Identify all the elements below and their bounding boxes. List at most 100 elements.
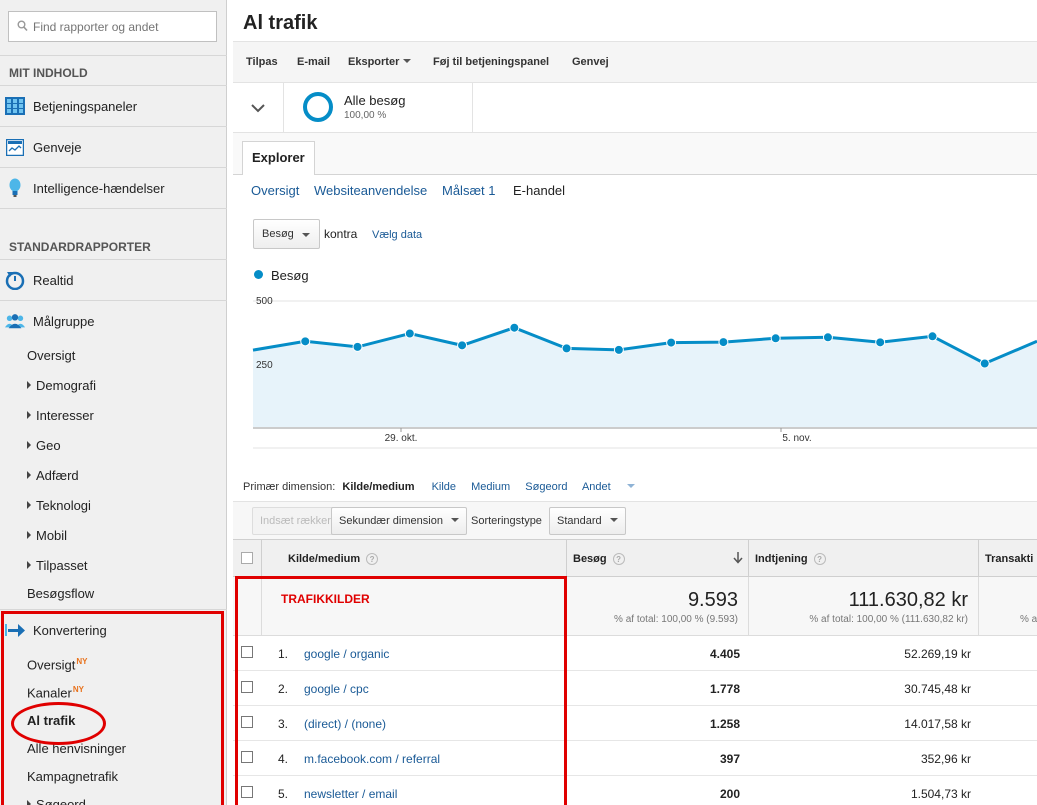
column-divider — [978, 577, 979, 636]
column-header-transactions[interactable]: Transakti — [985, 540, 1033, 576]
export-button[interactable]: Eksporter — [348, 56, 412, 68]
chart-point — [404, 328, 415, 339]
sidebar-item-audience[interactable]: Målgruppe — [0, 301, 227, 341]
sidebar-subitem-label: Oversigt — [27, 348, 76, 363]
sidebar-item-label: Målgruppe — [33, 313, 95, 329]
metric-select[interactable]: Besøg — [253, 219, 320, 249]
visits-chart[interactable]: 500 250 29. okt. 5. nov. — [233, 290, 1037, 450]
row-visits: 4.405 — [709, 647, 740, 661]
customize-button[interactable]: Tilpas — [246, 56, 278, 68]
add-to-dashboard-button[interactable]: Føj til betjeningspanel — [433, 56, 549, 68]
sidebar-subitem-visitor-flow[interactable]: Besøgsflow — [27, 586, 94, 601]
lightbulb-icon — [5, 178, 25, 198]
section-my-content: MIT INDHOLD — [9, 66, 88, 80]
select-all-checkbox[interactable] — [241, 552, 253, 564]
sidebar-item-label: Betjeningspaneler — [33, 98, 138, 114]
subtab-site-usage[interactable]: Websiteanvendelse — [314, 183, 427, 198]
dimension-other[interactable]: Andet — [582, 481, 647, 493]
column-divider — [261, 540, 262, 576]
choose-data-link[interactable]: Vælg data — [372, 229, 422, 241]
sidebar-item-realtime[interactable]: Realtid — [0, 260, 227, 300]
shortcut-button[interactable]: Genvej — [572, 56, 609, 68]
sidebar-subitem-custom[interactable]: Tilpasset — [27, 558, 88, 573]
total-transactions-percent: % af — [1020, 614, 1037, 625]
chart-point — [457, 340, 468, 351]
expand-arrow-icon — [27, 561, 31, 569]
chart-point — [875, 337, 886, 348]
column-header-label: Indtjening — [755, 553, 808, 565]
dropdown-caret-icon — [450, 518, 459, 522]
secondary-dimension-select[interactable]: Sekundær dimension — [331, 507, 467, 535]
expand-arrow-icon — [27, 381, 31, 389]
legend-label: Besøg — [271, 268, 309, 283]
x-tick-label: 29. okt. — [385, 433, 418, 444]
help-icon[interactable]: ? — [366, 553, 379, 565]
segment-row: Alle besøg 100,00 % — [233, 83, 1037, 133]
email-button[interactable]: E-mail — [297, 56, 330, 68]
insert-rows-button[interactable]: Indsæt rækker — [252, 507, 339, 535]
column-header-revenue[interactable]: Indtjening? — [755, 540, 826, 576]
sidebar-subitem-interests[interactable]: Interesser — [27, 408, 94, 423]
secondary-dimension-label: Sekundær dimension — [339, 515, 443, 527]
y-tick-label: 250 — [256, 360, 273, 371]
sort-type-label: Sorteringstype — [471, 515, 542, 527]
sort-descending-arrow-icon[interactable] — [733, 552, 743, 564]
annotation-highlight-ellipse — [11, 702, 106, 745]
primary-dimension-label: Primær dimension: — [243, 481, 336, 493]
dimension-other-label: Andet — [581, 481, 611, 493]
row-visits: 200 — [719, 787, 740, 801]
primary-dimension-row: Primær dimension: Kilde/medium Kilde Med… — [243, 481, 659, 493]
annotation-highlight-box — [235, 576, 567, 805]
sidebar: MIT INDHOLD Betjeningspaneler Genveje In… — [0, 0, 227, 805]
expand-arrow-icon — [27, 441, 31, 449]
search-box[interactable] — [8, 11, 217, 42]
tab-explorer[interactable]: Explorer — [242, 141, 315, 175]
dimension-medium[interactable]: Medium — [471, 481, 510, 493]
sidebar-subitem-geo[interactable]: Geo — [27, 438, 61, 453]
subtab-goal-set-1[interactable]: Målsæt 1 — [442, 183, 495, 198]
search-input[interactable] — [33, 16, 213, 38]
total-visits-percent: % af total: 100,00 % (9.593) — [614, 614, 738, 625]
dimension-source-medium[interactable]: Kilde/medium — [342, 481, 414, 493]
column-divider — [566, 540, 567, 576]
dimension-keyword[interactable]: Søgeord — [525, 481, 567, 493]
chart-point — [979, 358, 990, 369]
subtab-overview[interactable]: Oversigt — [251, 183, 299, 198]
row-visits: 1.778 — [709, 682, 740, 696]
sidebar-item-label: Realtid — [33, 272, 74, 288]
sidebar-subitem-behavior[interactable]: Adfærd — [27, 468, 79, 483]
subtab-ecommerce[interactable]: E-handel — [513, 183, 565, 198]
sidebar-subitem-label: Interesser — [36, 408, 94, 423]
row-revenue: 30.745,48 kr — [904, 682, 971, 696]
sidebar-subitem-demographics[interactable]: Demografi — [27, 378, 96, 393]
versus-label: kontra — [324, 227, 358, 241]
divider — [472, 83, 473, 133]
report-toolbar: Tilpas E-mail Eksporter Føj til betjenin… — [233, 41, 1037, 83]
sidebar-subitem-technology[interactable]: Teknologi — [27, 498, 91, 513]
segment-name[interactable]: Alle besøg — [344, 93, 405, 108]
sort-type-select[interactable]: Standard — [549, 507, 626, 535]
dropdown-caret-icon — [609, 518, 618, 522]
sidebar-subitem-mobile[interactable]: Mobil — [27, 528, 67, 543]
realtime-icon — [5, 270, 25, 290]
chart-point — [718, 337, 729, 348]
column-divider — [748, 540, 749, 576]
column-header-visits[interactable]: Besøg? — [573, 540, 625, 576]
help-icon[interactable]: ? — [813, 553, 826, 565]
row-revenue: 352,96 kr — [920, 752, 971, 766]
help-icon[interactable]: ? — [612, 553, 625, 565]
sidebar-item-intelligence[interactable]: Intelligence-hændelser — [0, 168, 227, 208]
sidebar-item-shortcuts[interactable]: Genveje — [0, 127, 227, 167]
chart-point — [770, 333, 781, 344]
column-header-source-medium[interactable]: Kilde/medium? — [288, 540, 379, 576]
chart-point — [561, 343, 572, 354]
divider — [0, 55, 227, 56]
sidebar-subitem-overview[interactable]: Oversigt — [27, 348, 75, 363]
row-visits: 1.258 — [709, 717, 740, 731]
expand-arrow-icon — [27, 471, 31, 479]
segment-expand-button[interactable] — [233, 83, 284, 133]
dimension-source[interactable]: Kilde — [432, 481, 456, 493]
chevron-down-icon — [251, 103, 265, 112]
page-title: Al trafik — [243, 12, 318, 34]
sidebar-item-dashboards[interactable]: Betjeningspaneler — [0, 86, 227, 126]
